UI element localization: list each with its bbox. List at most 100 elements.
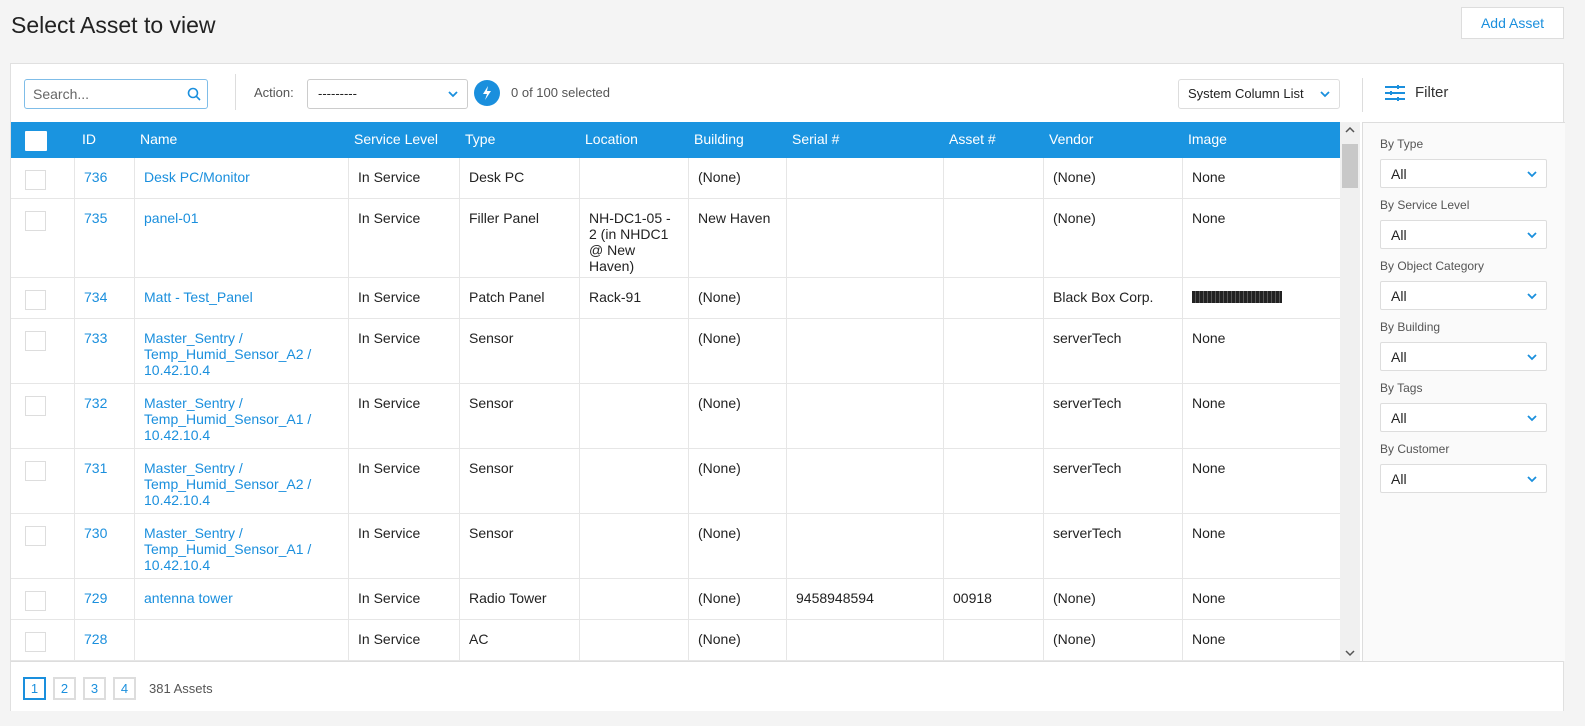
cell-location: Rack-91 [579, 278, 688, 318]
row-checkbox[interactable] [25, 526, 46, 546]
select-all-checkbox[interactable] [25, 131, 47, 151]
row-checkbox[interactable] [25, 396, 46, 416]
row-checkbox[interactable] [25, 331, 46, 351]
cell-building: New Haven [688, 199, 786, 277]
chevron-down-icon [1527, 415, 1537, 422]
cell-id[interactable]: 731 [74, 449, 134, 513]
row-checkbox[interactable] [25, 290, 46, 310]
cell-name[interactable]: Matt - Test_Panel [134, 278, 348, 318]
cell-location [579, 579, 688, 619]
filter-select[interactable]: All [1380, 220, 1547, 249]
asset-table: 736 Desk PC/Monitor In Service Desk PC (None… [11, 158, 1340, 661]
cell-service: In Service [348, 620, 459, 660]
cell-name[interactable]: Master_Sentry / Temp_Humid_Sensor_A1 / 1… [134, 514, 348, 578]
filter-label: By Service Level [1380, 198, 1470, 212]
cell-id[interactable]: 730 [74, 514, 134, 578]
total-count: 381 Assets [149, 681, 213, 696]
column-header[interactable]: Type [465, 131, 495, 147]
cell-location [579, 449, 688, 513]
cell-name[interactable]: antenna tower [134, 579, 348, 619]
table-row: 730 Master_Sentry / Temp_Humid_Sensor_A1 … [11, 514, 1340, 579]
filter-select[interactable]: All [1380, 464, 1547, 493]
filter-select[interactable]: All [1380, 403, 1547, 432]
row-checkbox[interactable] [25, 170, 46, 190]
column-list-select[interactable]: System Column List [1178, 79, 1340, 109]
column-header[interactable]: Asset # [949, 131, 996, 147]
cell-serial [786, 384, 943, 448]
cell-id[interactable]: 736 [74, 158, 134, 198]
page-button[interactable]: 2 [53, 677, 76, 700]
column-header[interactable]: ID [82, 131, 96, 147]
cell-type: Patch Panel [459, 278, 579, 318]
cell-name[interactable]: Desk PC/Monitor [134, 158, 348, 198]
lightning-icon [483, 86, 491, 100]
column-header[interactable]: Name [140, 131, 177, 147]
filter-label: By Building [1380, 320, 1441, 334]
search-input[interactable]: Search... [24, 79, 208, 109]
cell-building: (None) [688, 514, 786, 578]
cell-serial [786, 514, 943, 578]
filter-value: All [1391, 288, 1407, 304]
filter-select[interactable]: All [1380, 342, 1547, 371]
row-checkbox[interactable] [25, 632, 46, 652]
chevron-up-icon[interactable] [1345, 126, 1355, 134]
cell-name[interactable] [134, 620, 348, 660]
cell-name[interactable]: panel-01 [134, 199, 348, 277]
cell-name[interactable]: Master_Sentry / Temp_Humid_Sensor_A2 / 1… [134, 319, 348, 383]
column-header[interactable]: Building [694, 131, 744, 147]
cell-location [579, 319, 688, 383]
cell-asset [943, 384, 1043, 448]
chevron-down-icon [1320, 91, 1330, 98]
column-header[interactable]: Vendor [1049, 131, 1093, 147]
sliders-icon [1385, 84, 1405, 101]
search-icon[interactable] [187, 87, 201, 101]
column-header[interactable]: Image [1188, 131, 1227, 147]
page-button[interactable]: 1 [23, 677, 46, 700]
table-row: 736 Desk PC/Monitor In Service Desk PC (None… [11, 158, 1340, 199]
column-header[interactable]: Location [585, 131, 638, 147]
cell-vendor: (None) [1043, 158, 1182, 198]
row-checkbox[interactable] [25, 591, 46, 611]
cell-id[interactable]: 735 [74, 199, 134, 277]
cell-asset [943, 199, 1043, 277]
page-button[interactable]: 4 [113, 677, 136, 700]
filter-select[interactable]: All [1380, 159, 1547, 188]
cell-location [579, 514, 688, 578]
cell-id[interactable]: 728 [74, 620, 134, 660]
scrollbar[interactable] [1340, 122, 1360, 661]
filter-value: All [1391, 166, 1407, 182]
filter-toggle[interactable]: Filter [1385, 84, 1448, 101]
cell-location: NH-DC1-05 - 2 (in NHDC1 @ New Haven) [579, 199, 688, 277]
cell-serial: 9458948594 [786, 579, 943, 619]
cell-name[interactable]: Master_Sentry / Temp_Humid_Sensor_A2 / 1… [134, 449, 348, 513]
cell-id[interactable]: 732 [74, 384, 134, 448]
chevron-down-icon [1527, 476, 1537, 483]
action-value: --------- [318, 86, 357, 101]
cell-serial [786, 199, 943, 277]
row-checkbox[interactable] [25, 211, 46, 231]
cell-vendor: Black Box Corp. [1043, 278, 1182, 318]
column-list-value: System Column List [1188, 86, 1304, 101]
chevron-down-icon[interactable] [1345, 649, 1355, 657]
chevron-down-icon [1527, 354, 1537, 361]
column-header[interactable]: Serial # [792, 131, 839, 147]
add-asset-button[interactable]: Add Asset [1461, 7, 1564, 39]
asset-thumbnail [1192, 291, 1282, 303]
page-button[interactable]: 3 [83, 677, 106, 700]
cell-id[interactable]: 729 [74, 579, 134, 619]
cell-service: In Service [348, 199, 459, 277]
cell-name[interactable]: Master_Sentry / Temp_Humid_Sensor_A1 / 1… [134, 384, 348, 448]
row-checkbox[interactable] [25, 461, 46, 481]
run-action-button[interactable] [474, 80, 500, 106]
chevron-down-icon [1527, 171, 1537, 178]
filter-select[interactable]: All [1380, 281, 1547, 310]
column-header[interactable]: Service Level [354, 131, 438, 147]
table-header: ID Name Service Level Type Location Building S… [11, 122, 1340, 158]
cell-service: In Service [348, 579, 459, 619]
cell-asset [943, 158, 1043, 198]
cell-image: None [1182, 384, 1340, 448]
action-select[interactable]: --------- [307, 79, 468, 109]
cell-id[interactable]: 734 [74, 278, 134, 318]
cell-id[interactable]: 733 [74, 319, 134, 383]
scrollbar-thumb[interactable] [1342, 144, 1358, 188]
